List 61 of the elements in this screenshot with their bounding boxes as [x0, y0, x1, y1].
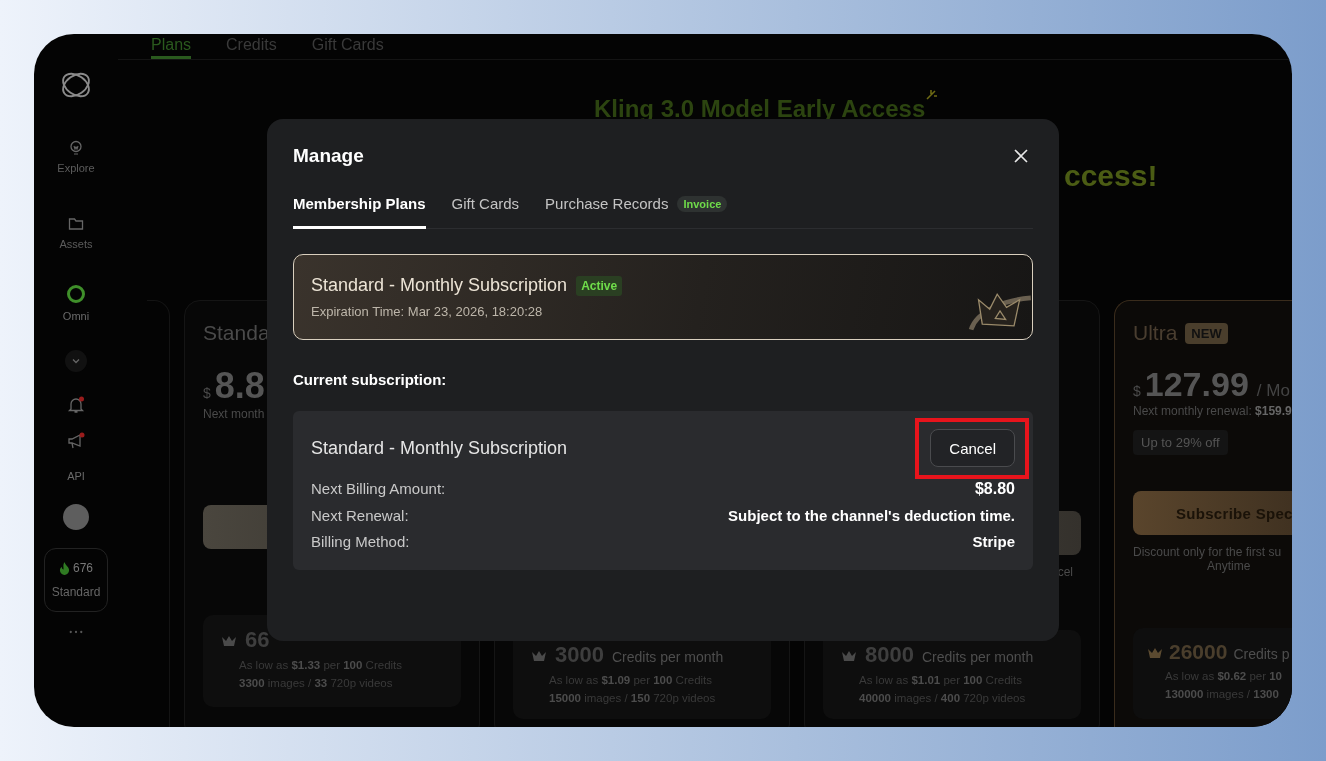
credits-count: 676: [73, 561, 93, 575]
nav-label[interactable]: Explore: [57, 162, 95, 174]
row-label: Billing Method:: [311, 533, 410, 550]
scroll-down-button[interactable]: [65, 350, 87, 372]
renewal-note: Next month: [203, 407, 266, 421]
currency: $: [203, 385, 211, 401]
dialog-tab[interactable]: Gift Cards: [451, 195, 520, 229]
flame-icon: [59, 561, 70, 575]
discount-note: Discount only for the first su: [1133, 545, 1282, 559]
renewal-note: Next monthly renewal: $159.9: [1133, 404, 1292, 418]
cancel-button[interactable]: Cancel: [930, 429, 1015, 467]
dialog-tab[interactable]: Membership Plans: [293, 195, 426, 229]
price: 8.8: [214, 365, 265, 407]
page-tab[interactable]: Plans: [151, 36, 192, 59]
plan-name: Ultra: [1133, 321, 1178, 345]
row-value: Subject to the channel's deduction time.: [728, 507, 1015, 524]
expiration-time: Expiration Time: Mar 23, 2026, 18:20:28: [311, 304, 544, 319]
plan-label: Standard: [51, 585, 101, 599]
row-label: Next Renewal:: [311, 507, 409, 524]
invoice-badge: Invoice: [677, 195, 728, 212]
price: 127.99: [1144, 365, 1249, 404]
section-title: Current subscription:: [293, 371, 448, 388]
avatar[interactable]: [63, 504, 89, 530]
row-value: $8.80: [974, 480, 1015, 498]
credits-amount: 26000: [1169, 639, 1228, 664]
discount-note: Anytime: [1207, 559, 1251, 573]
folder-icon[interactable]: [68, 216, 84, 232]
discount-tag: Up to 29% off: [1133, 430, 1228, 455]
api-link[interactable]: API: [67, 470, 85, 482]
tab-label[interactable]: Purchase Records: [545, 195, 669, 212]
credits-unit: Credits p: [1233, 645, 1290, 662]
plan-title: Standard - Monthly Subscription: [311, 275, 568, 296]
currency: $: [1133, 383, 1141, 399]
crown-icon: [1147, 646, 1163, 659]
credits-box[interactable]: 676 Standard: [44, 548, 108, 612]
crown-icon: [531, 649, 547, 662]
credits-unit: Credits per month: [921, 648, 1034, 665]
row-label: Next Billing Amount:: [311, 480, 446, 497]
dialog-title: Manage: [293, 145, 364, 167]
plan-name: Standa: [203, 321, 270, 345]
credits-unit: Credits per month: [611, 648, 724, 665]
more-icon[interactable]: [69, 630, 83, 634]
nav-label[interactable]: Assets: [59, 238, 93, 250]
sparkle-icon: [925, 89, 938, 101]
dialog-tab[interactable]: Purchase Records Invoice: [545, 195, 728, 229]
tab-label[interactable]: Membership Plans: [293, 195, 426, 212]
crown-icon: [841, 649, 857, 662]
crown-icon: [221, 635, 237, 647]
close-button[interactable]: [1013, 148, 1029, 164]
bell-icon[interactable]: [67, 396, 85, 414]
headline: ccess!: [1064, 159, 1159, 193]
price-period: / Mo: [1256, 381, 1290, 401]
status-badge: Active: [576, 275, 623, 296]
tab-label[interactable]: Gift Cards: [451, 195, 520, 212]
subscription-title: Standard - Monthly Subscription: [311, 437, 568, 459]
row-value: Stripe: [972, 533, 1015, 550]
megaphone-icon[interactable]: [67, 432, 85, 450]
new-badge: NEW: [1185, 322, 1228, 344]
lightbulb-icon[interactable]: [68, 140, 84, 156]
nav-label[interactable]: Omni: [62, 310, 90, 322]
ring-icon[interactable]: [66, 284, 86, 304]
